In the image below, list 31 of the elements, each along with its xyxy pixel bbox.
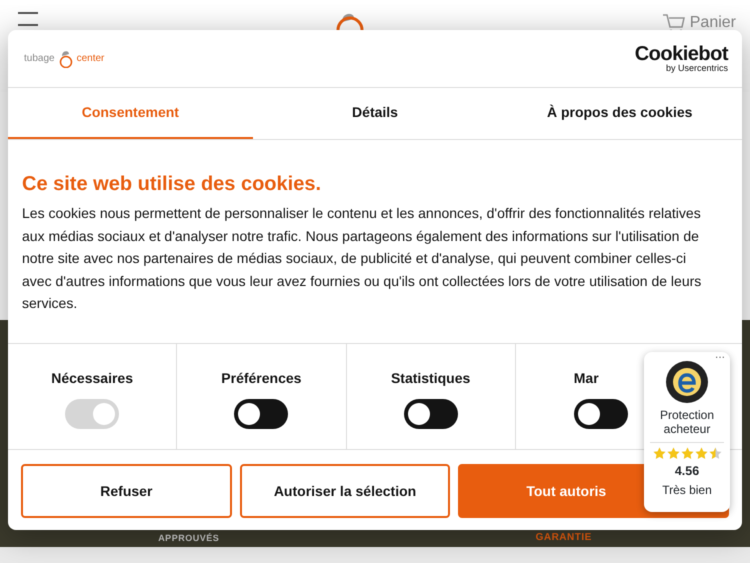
menu-icon[interactable] bbox=[18, 12, 38, 26]
logo-text: center bbox=[76, 52, 104, 66]
star-icon bbox=[694, 447, 708, 460]
footer-badge-text: APPROUVÉS bbox=[158, 533, 220, 543]
dialog-tab[interactable]: À propos des cookies bbox=[497, 88, 742, 139]
rating-label: Très bien bbox=[662, 482, 712, 499]
category-label: Statistiques bbox=[390, 369, 470, 388]
category-label: Mar bbox=[574, 369, 599, 388]
category-label: Nécessaires bbox=[51, 369, 133, 388]
star-icon bbox=[708, 447, 722, 460]
star-icon bbox=[652, 447, 666, 460]
toggle-switch[interactable] bbox=[574, 399, 628, 429]
star-icon bbox=[680, 447, 694, 460]
dialog-tab[interactable]: Consentement bbox=[8, 88, 253, 139]
category-label: Préférences bbox=[221, 369, 302, 388]
logo-text: tubage bbox=[24, 52, 55, 66]
dialog-heading: Ce site web utilise des cookies. bbox=[22, 172, 322, 196]
trust-badge-popup[interactable]: ··· Protection acheteur 4.56 Très bien bbox=[644, 352, 730, 512]
provider-logo[interactable]: Cookiebot by Usercentrics bbox=[634, 44, 728, 73]
dialog-text: Les cookies nous permettent de personnaliser le contenu et les annonces, d'offrir des fonctionnalités relatives aux médias sociaux et d'analyser notre trafic. Nous partageons également des informations sur l'utilisation de notre site avec nos partenaires de médias sociaux, de publicité et d'analyse, qui peuvent combiner celles-ci avec d'autres informations que vous leur avez fournies ou qu'ils ont collectées lors de votre utilisation de leurs services. bbox=[22, 204, 702, 313]
more-button[interactable]: ··· bbox=[715, 350, 725, 365]
seal-icon bbox=[665, 360, 709, 404]
rating-score: 4.56 bbox=[674, 463, 700, 480]
dialog-tab[interactable]: Détails bbox=[252, 88, 498, 139]
star-icon bbox=[666, 447, 680, 460]
footer-badge-text: GARANTIE bbox=[536, 532, 592, 543]
toggle-switch[interactable] bbox=[404, 399, 458, 429]
consent-button[interactable]: Autoriser la sélection bbox=[240, 464, 450, 518]
badge-title: Protection acheteur bbox=[650, 408, 724, 443]
consent-button[interactable]: Refuser bbox=[21, 464, 232, 518]
toggle-switch[interactable] bbox=[234, 399, 288, 429]
